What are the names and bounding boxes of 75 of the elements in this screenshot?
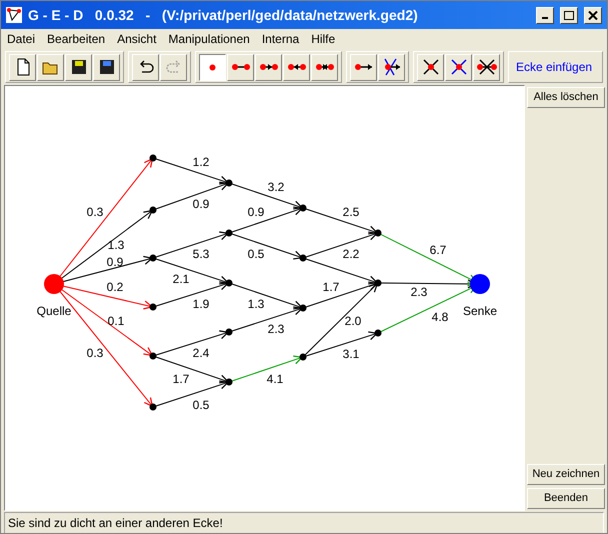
edge-weight: 0.2 [106,280,124,294]
dot-icon [209,64,216,70]
edge-weight: 5.3 [192,247,210,261]
graph-node[interactable] [150,254,156,262]
close-icon [588,10,598,20]
crossed-dot-icon [448,57,468,77]
edge-weight: 2.5 [342,205,360,219]
side-button[interactable]: Beenden [527,488,605,509]
graph-node[interactable] [150,352,156,360]
edge-weight: 0.5 [192,398,210,412]
edge-weight: 0.5 [248,247,264,261]
graph-node[interactable] [374,280,382,286]
edge-weight: 2.4 [192,346,210,360]
edge-weight: 4.8 [432,310,448,324]
edge-weight: 3.1 [342,347,360,361]
graph-node[interactable] [226,328,232,336]
edge-weight: 2.3 [268,322,284,336]
minimize-button[interactable] [536,6,554,24]
window-title: G - E - D 0.0.32 - (V:/privat/perl/ged/data/netzwerk.ged2) [28,6,419,25]
edge-weight: 1.2 [192,155,210,169]
graph-node[interactable] [44,274,64,294]
graph-node[interactable] [150,206,156,214]
edge-weight: 1.9 [192,297,210,311]
maximize-button[interactable] [560,6,578,24]
edge-weight: 2.3 [410,285,428,299]
edge-weight: 6.7 [430,243,446,257]
node-label: Quelle [36,304,72,318]
graph-node[interactable] [150,154,156,162]
menu-item[interactable]: Manipulationen [168,30,250,48]
edge-weight: 1.7 [322,280,340,294]
status-text: Sie sind zu dicht an einer anderen Ecke! [8,515,223,532]
graph-node[interactable] [470,274,490,294]
graph-node[interactable] [150,304,156,310]
edge-weight: 2.1 [172,272,190,286]
edge-weight: 4.1 [266,372,284,386]
edge-weight: 0.3 [86,205,104,219]
edge-weight: 0.1 [108,314,124,328]
graph-node[interactable] [300,254,306,262]
edge-weight: 1.7 [172,372,190,386]
edge-weight: 0.9 [192,197,210,211]
node-label: Senke [462,304,498,318]
edge-weight: 2.2 [342,247,360,261]
minimize-icon [542,17,548,19]
graph-node[interactable] [226,280,232,286]
graph-node[interactable] [300,354,306,360]
menu-item[interactable]: Ansicht [117,30,156,48]
edge-weight: 2.0 [344,314,362,328]
menu-item[interactable]: Bearbeiten [47,30,106,48]
graph-node[interactable] [226,180,232,186]
graph-node[interactable] [150,404,156,410]
side-button[interactable]: Neu zeichnen [527,464,605,485]
graph-node[interactable] [226,230,232,236]
graph-node[interactable] [374,230,382,236]
menu-item[interactable]: Hilfe [311,30,336,48]
graph-node[interactable] [300,304,306,312]
edge-weight: 0.9 [106,255,124,269]
app-icon [6,7,22,23]
side-button[interactable]: Alles löschen [527,87,605,108]
mode-label: Ecke einfügen [515,59,594,76]
maximize-icon [564,10,574,20]
edge-weight: 1.3 [248,297,264,311]
edge-weight: 3.2 [268,180,284,194]
edge-weight: 0.3 [86,346,104,360]
graph-node[interactable] [374,330,382,336]
menu-item[interactable]: Interna [262,30,300,48]
crossed-arrow-icon [382,57,402,77]
graph-node[interactable] [226,378,232,386]
graph-canvas[interactable]: 1.2 3.2 0.3 0.9 0.9 2.5 1.3 6.7 0.9 5.3 0.5 2.2 0.2 2.1 1.7 2.3 Quelle 1.9 1.3 Senke 0.1 2.0 4.8 2.3 0.3 2.4 3.1 1.7 4.1 0.5 [4,85,525,511]
edge-weight: 1.3 [108,238,124,252]
close-button[interactable] [584,6,602,24]
crossed-edge-icon [476,57,496,77]
crossed-dot-icon [420,57,440,77]
graph-node[interactable] [300,204,306,212]
edge-weight: 0.9 [248,205,264,219]
menu-item[interactable]: Datei [7,30,36,48]
